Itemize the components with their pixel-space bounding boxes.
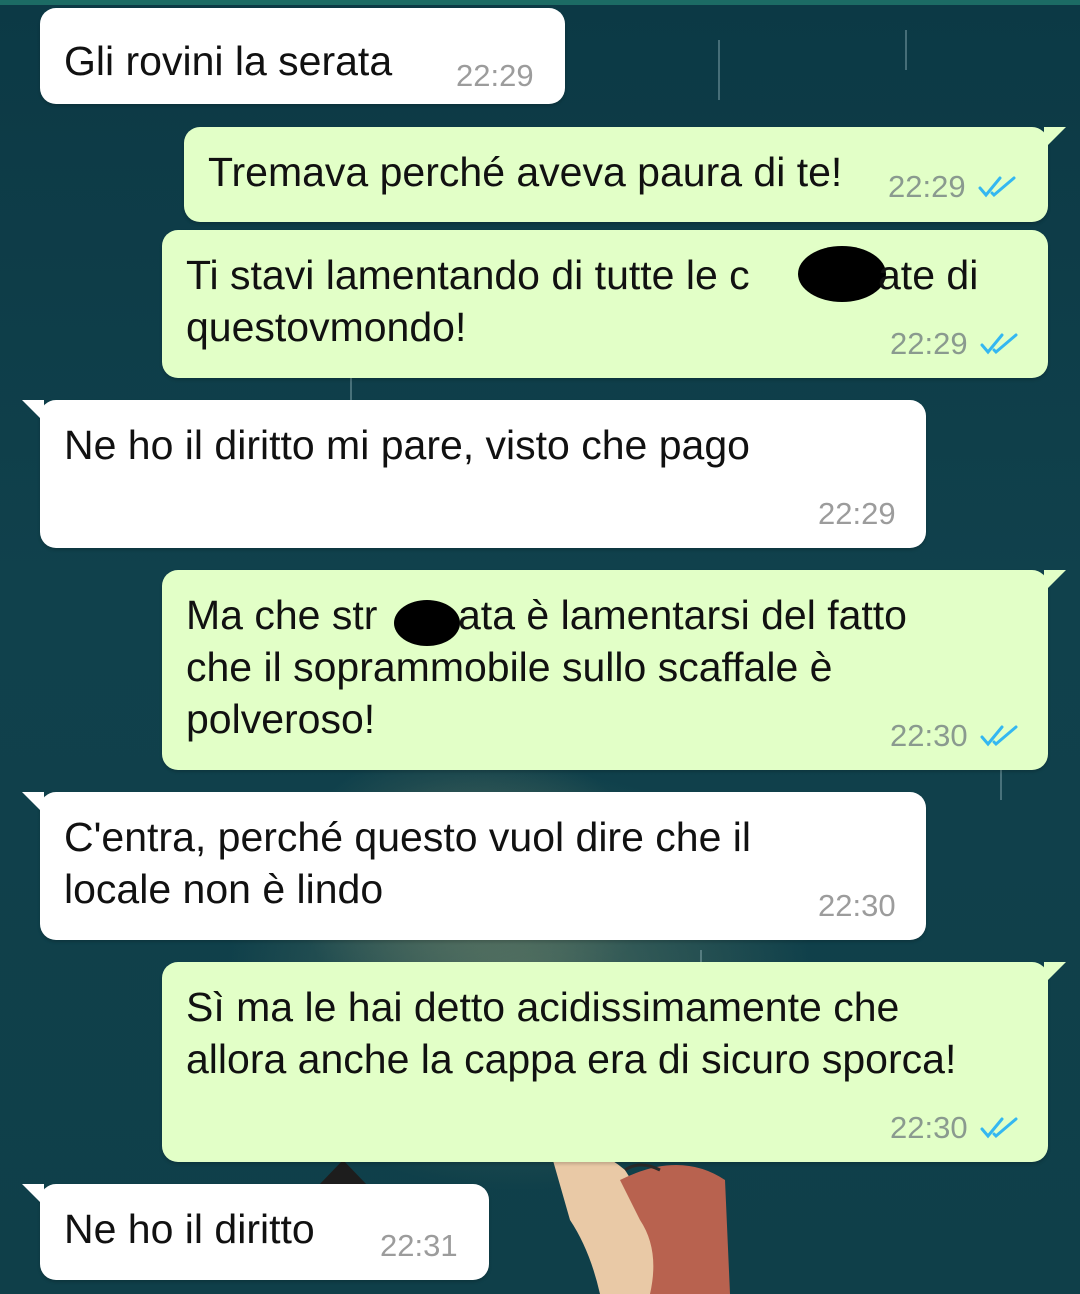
message-bubble-outgoing[interactable]: Sì ma le hai detto acidissimamente che a…: [162, 962, 1066, 1162]
message-text: C'entra, perché questo vuol dire che il: [64, 814, 751, 860]
wallpaper-rain-streak: [350, 378, 352, 400]
wallpaper-rain-streak: [718, 40, 720, 100]
message-text-part: ate di: [878, 252, 979, 298]
bubble-tail: [1044, 962, 1066, 984]
message-text: Ne ho il diritto mi pare, visto che pago: [64, 422, 750, 468]
message-text: Sì ma le hai detto acidissimamente che: [186, 984, 900, 1030]
bubble-tail: [22, 400, 44, 422]
message-text: Ne ho il diritto: [64, 1206, 315, 1252]
message-text: Gli rovini la serata: [64, 38, 393, 84]
wallpaper-rain-streak: [905, 30, 907, 70]
bubble-tail: [22, 1184, 44, 1206]
wallpaper-rain-streak: [1000, 770, 1002, 800]
redaction-mark: [798, 246, 886, 302]
double-check-icon: [980, 332, 1020, 356]
message-text: locale non è lindo: [64, 866, 384, 912]
bubble-tail: [1044, 570, 1066, 592]
message-time: 22:29: [456, 58, 534, 93]
message-time: 22:29: [890, 326, 968, 361]
message-text: Tremava perché aveva paura di te!: [208, 149, 843, 195]
message-bubble-incoming[interactable]: Gli rovini la serata 22:29: [40, 8, 565, 104]
message-time: 22:31: [380, 1228, 458, 1263]
app-bar-edge: [0, 0, 1080, 5]
message-text: polveroso!: [186, 696, 376, 742]
message-text: che il soprammobile sullo scaffale è: [186, 644, 833, 690]
message-text-part: Ti stavi lamentando di tutte le c: [186, 252, 750, 298]
message-text-part: Ma che str: [186, 592, 378, 638]
message-time: 22:29: [818, 496, 896, 531]
double-check-icon: [980, 1116, 1020, 1140]
message-text-part: ata è lamentarsi del fatto: [458, 592, 907, 638]
bubble-tail: [1044, 127, 1066, 149]
wallpaper-figure: [550, 1147, 730, 1294]
message-time: 22:29: [888, 169, 966, 204]
message-bubble-incoming[interactable]: Ne ho il diritto mi pare, visto che pago…: [22, 400, 926, 548]
message-text: questovmondo!: [186, 304, 467, 350]
redaction-mark: [394, 600, 460, 646]
bubble-tail: [22, 792, 44, 814]
message-text: allora anche la cappa era di sicuro spor…: [186, 1036, 957, 1082]
double-check-icon: [978, 175, 1018, 199]
message-time: 22:30: [818, 888, 896, 923]
message-bubble-outgoing[interactable]: Tremava perché aveva paura di te! 22:29: [184, 127, 1066, 222]
message-bubble-outgoing[interactable]: Ma che str ata è lamentarsi del fatto ch…: [162, 570, 1066, 770]
message-bubble-incoming[interactable]: Ne ho il diritto 22:31: [22, 1184, 489, 1280]
message-bubble-outgoing[interactable]: Ti stavi lamentando di tutte le c ate di…: [162, 230, 1048, 378]
message-time: 22:30: [890, 718, 968, 753]
message-time: 22:30: [890, 1110, 968, 1145]
double-check-icon: [980, 724, 1020, 748]
message-bubble-incoming[interactable]: C'entra, perché questo vuol dire che il …: [22, 792, 926, 940]
